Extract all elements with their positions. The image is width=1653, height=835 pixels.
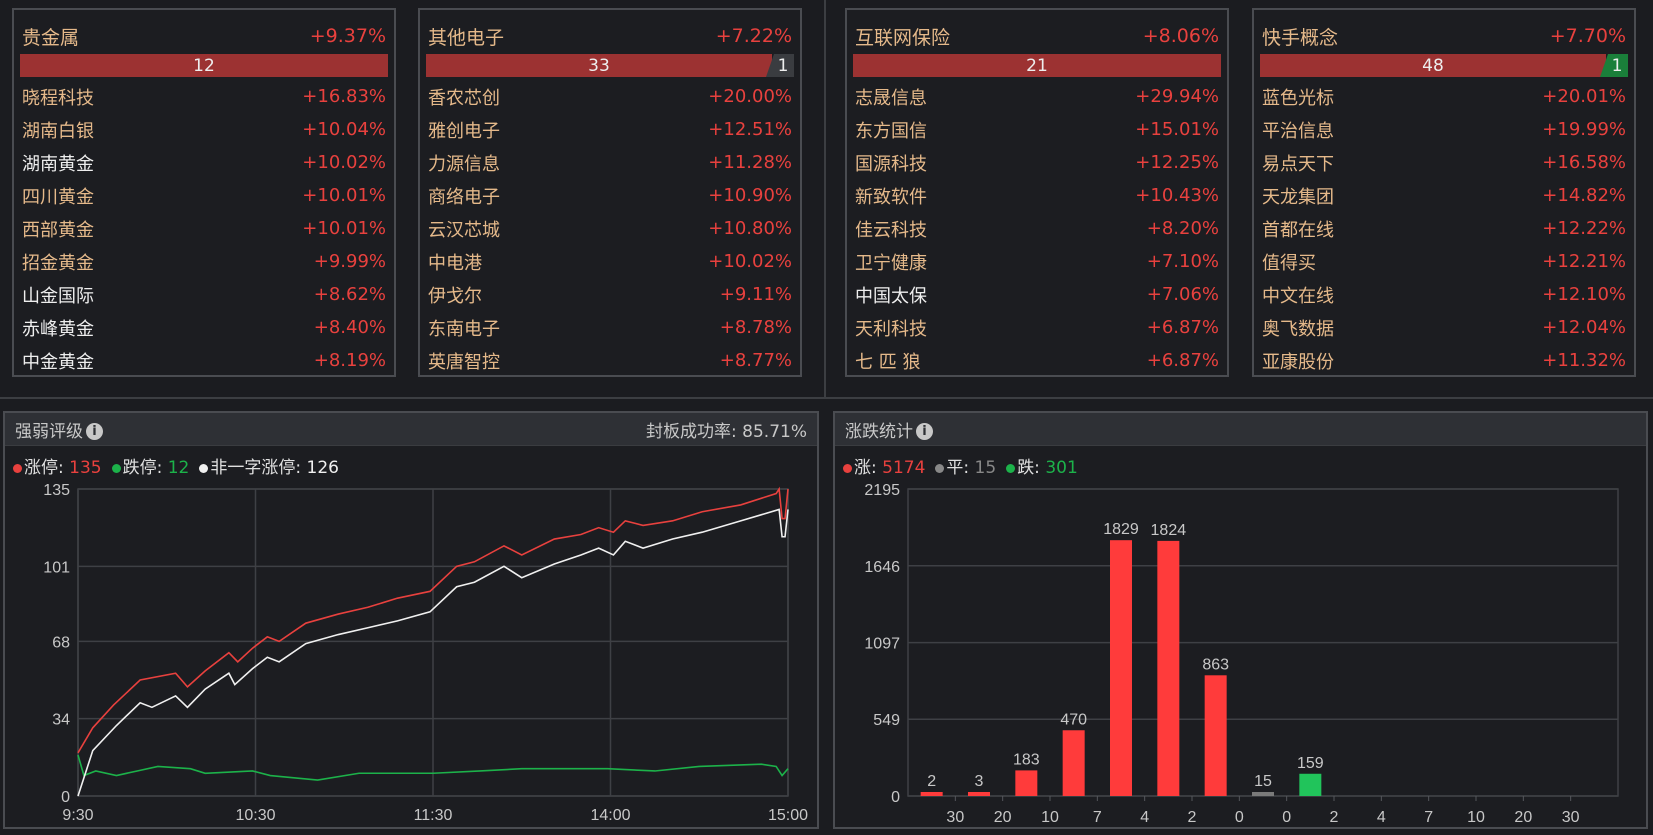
x-tick-label: 30 — [1562, 809, 1580, 826]
x-tick-label: 15:00 — [768, 807, 808, 824]
charts-layer: 034681011359:30 10:30 11:30 14:00 15:0005491… — [43, 482, 1619, 826]
y-tick-label: 135 — [43, 482, 70, 499]
x-tick-label: 10:30 — [235, 807, 275, 824]
bar-value-label: 1829 — [1103, 521, 1139, 538]
bar — [1252, 792, 1274, 796]
bar-value-label: 2 — [927, 773, 936, 790]
y-tick-label: 0 — [61, 789, 70, 806]
x-tick-label: 10 — [1467, 809, 1485, 826]
y-tick-label: 68 — [52, 634, 70, 651]
x-tick-label: 2 — [1188, 809, 1197, 826]
y-tick-label: 101 — [43, 559, 70, 576]
x-tick-label: 7 — [1093, 809, 1102, 826]
x-tick-label: 14:00 — [590, 807, 630, 824]
bar — [920, 792, 943, 796]
x-tick-label: 2 — [1330, 809, 1339, 826]
bar-value-label: 183 — [1013, 751, 1040, 768]
bar — [1299, 773, 1322, 796]
x-tick-label: 7 — [1424, 809, 1433, 826]
x-tick-label: 0 — [1235, 809, 1244, 826]
x-tick-label: 30 — [946, 809, 964, 826]
y-tick-label: 0 — [891, 789, 900, 806]
y-tick-label: 2195 — [864, 482, 900, 499]
y-tick-label: 549 — [873, 712, 900, 729]
y-tick-label: 34 — [52, 712, 70, 729]
x-tick-label: 0 — [1282, 809, 1291, 826]
x-tick-label: 20 — [1514, 809, 1532, 826]
x-tick-label: 4 — [1140, 809, 1149, 826]
x-tick-label: 9:30 — [62, 807, 93, 824]
bar — [1110, 540, 1132, 796]
bar-value-label: 3 — [975, 773, 984, 790]
x-tick-label: 4 — [1377, 809, 1386, 826]
x-tick-label: 20 — [994, 809, 1012, 826]
bar — [1204, 675, 1227, 796]
x-tick-label: 11:30 — [414, 807, 453, 824]
bar-value-label: 863 — [1202, 656, 1229, 673]
bar — [1015, 770, 1038, 796]
bar — [968, 792, 990, 796]
bar-value-label: 15 — [1254, 773, 1272, 790]
bar-value-label: 470 — [1060, 711, 1087, 728]
bar — [1157, 540, 1180, 796]
y-tick-label: 1646 — [864, 559, 900, 576]
bar-value-label: 1824 — [1151, 522, 1187, 539]
y-tick-label: 1097 — [864, 636, 900, 653]
bar-value-label: 159 — [1297, 755, 1324, 772]
x-tick-label: 10 — [1041, 809, 1059, 826]
bar — [1062, 730, 1085, 796]
